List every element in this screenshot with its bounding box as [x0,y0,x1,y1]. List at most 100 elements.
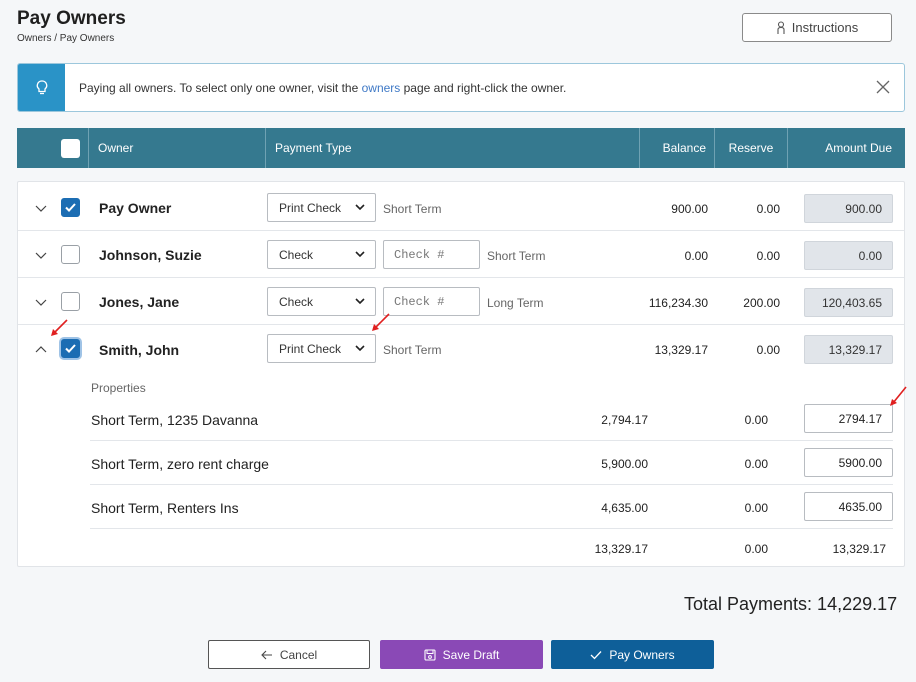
chevron-down-icon[interactable] [34,295,48,309]
owner-row: Jones, Jane Check Long Term 116,234.30 2… [18,278,904,325]
caret-down-icon [355,204,365,211]
owner-name: Smith, John [99,342,180,358]
payment-type-value: Check [279,294,314,309]
property-amount-input[interactable] [804,492,893,521]
payment-type-select[interactable]: Check [267,240,376,269]
column-owner[interactable]: Owner [89,128,266,168]
column-payment-type-label: Payment Type [275,141,352,155]
info-strip [18,64,65,111]
annotation-arrow-icon [51,319,68,336]
annotation-arrow-icon [890,386,907,406]
person-icon [777,20,785,34]
reserve-value: 0.00 [756,249,780,263]
chevron-up-icon[interactable] [34,343,48,357]
column-reserve-label: Reserve [728,141,774,155]
reserve-value: 200.00 [743,296,780,310]
checkmark-icon [65,344,76,353]
save-draft-label: Save Draft [442,647,500,662]
owner-name: Johnson, Suzie [99,247,202,263]
owners-table: Pay Owner Print Check Short Term 900.00 … [17,181,905,567]
property-row: Short Term, Renters Ins 4,635.00 0.00 [90,485,893,529]
column-reserve[interactable]: Reserve [715,128,788,168]
owners-link[interactable]: owners [362,81,401,95]
amount-due-field: 120,403.65 [804,288,893,317]
owner-checkbox[interactable] [61,245,80,264]
lightbulb-icon [36,79,47,94]
property-reserve: 0.00 [744,457,768,471]
column-balance-label: Balance [662,141,706,155]
owner-row: Johnson, Suzie Check Short Term 0.00 0.0… [18,231,904,278]
chevron-down-icon[interactable] [34,201,48,215]
info-text-after: page and right-click the owner. [400,80,567,95]
payment-type-select[interactable]: Print Check [267,334,376,363]
property-total-balance: 13,329.17 [594,542,648,556]
term-label: Short Term [487,249,546,263]
owner-checkbox[interactable] [61,292,80,311]
property-name: Short Term, Renters Ins [91,500,239,516]
instructions-label: Instructions [791,20,859,35]
property-name: Short Term, 1235 Davanna [91,412,259,428]
property-reserve: 0.00 [744,501,768,515]
property-row: Short Term, zero rent charge 5,900.00 0.… [90,441,893,485]
payment-type-value: Check [279,247,314,262]
property-balance: 5,900.00 [601,457,648,471]
term-label: Long Term [487,296,544,310]
save-draft-button[interactable]: Save Draft [380,640,543,669]
checkmark-icon [65,203,76,212]
save-icon [424,648,436,661]
amount-due-field: 13,329.17 [804,335,893,364]
page-title: Pay Owners [17,8,126,29]
property-total-amount: 13,329.17 [832,542,886,556]
column-payment-type[interactable]: Payment Type [266,128,640,168]
balance-value: 13,329.17 [654,343,708,357]
breadcrumb[interactable]: Owners / Pay Owners [17,33,114,44]
property-totals-row: 13,329.17 0.00 13,329.17 [90,529,893,573]
column-amount-due[interactable]: Amount Due [788,128,905,168]
balance-value: 900.00 [671,202,708,216]
reserve-value: 0.00 [756,202,780,216]
annotation-arrow-icon [372,313,390,331]
select-all-checkbox[interactable] [61,138,80,158]
property-row: Short Term, 1235 Davanna 2,794.17 0.00 [90,397,893,441]
info-text: Paying all owners. To select only one ow… [79,81,566,95]
chevron-down-icon[interactable] [34,248,48,262]
properties-label: Properties [91,381,146,395]
property-name: Short Term, zero rent charge [91,456,269,472]
select-all-cell [17,128,89,168]
property-total-reserve: 0.00 [744,542,768,556]
owner-name: Jones, Jane [99,294,180,310]
pay-owners-button[interactable]: Pay Owners [551,640,714,669]
cancel-label: Cancel [279,647,318,662]
owner-checkbox[interactable] [61,339,80,358]
term-label: Short Term [383,343,442,357]
caret-down-icon [355,251,365,258]
close-icon[interactable] [874,78,892,96]
property-amount-input[interactable] [804,404,893,433]
property-amount-input[interactable] [804,448,893,477]
property-balance: 4,635.00 [601,501,648,515]
property-reserve: 0.00 [744,413,768,427]
check-number-input[interactable] [383,287,480,316]
owner-name: Pay Owner [99,200,172,216]
owner-row: Smith, John Print Check Short Term 13,32… [18,325,904,372]
info-banner: Paying all owners. To select only one ow… [17,63,905,112]
reserve-value: 0.00 [756,343,780,357]
balance-value: 116,234.30 [648,296,708,310]
amount-due-field: 900.00 [804,194,893,223]
owner-row: Pay Owner Print Check Short Term 900.00 … [18,184,904,231]
payment-type-select[interactable]: Check [267,287,376,316]
column-balance[interactable]: Balance [640,128,715,168]
caret-down-icon [355,345,365,352]
payment-type-value: Print Check [279,200,342,215]
payment-type-select[interactable]: Print Check [267,193,376,222]
amount-due-field: 0.00 [804,241,893,270]
pay-owners-label: Pay Owners [609,647,675,662]
cancel-button[interactable]: Cancel [208,640,370,669]
arrow-left-icon [261,650,272,659]
term-label: Short Term [383,202,442,216]
check-number-input[interactable] [383,240,480,269]
table-header: Owner Payment Type Balance Reserve Amoun… [17,128,905,168]
owner-checkbox[interactable] [61,198,80,217]
instructions-button[interactable]: Instructions [742,13,892,42]
column-owner-label: Owner [98,141,134,155]
